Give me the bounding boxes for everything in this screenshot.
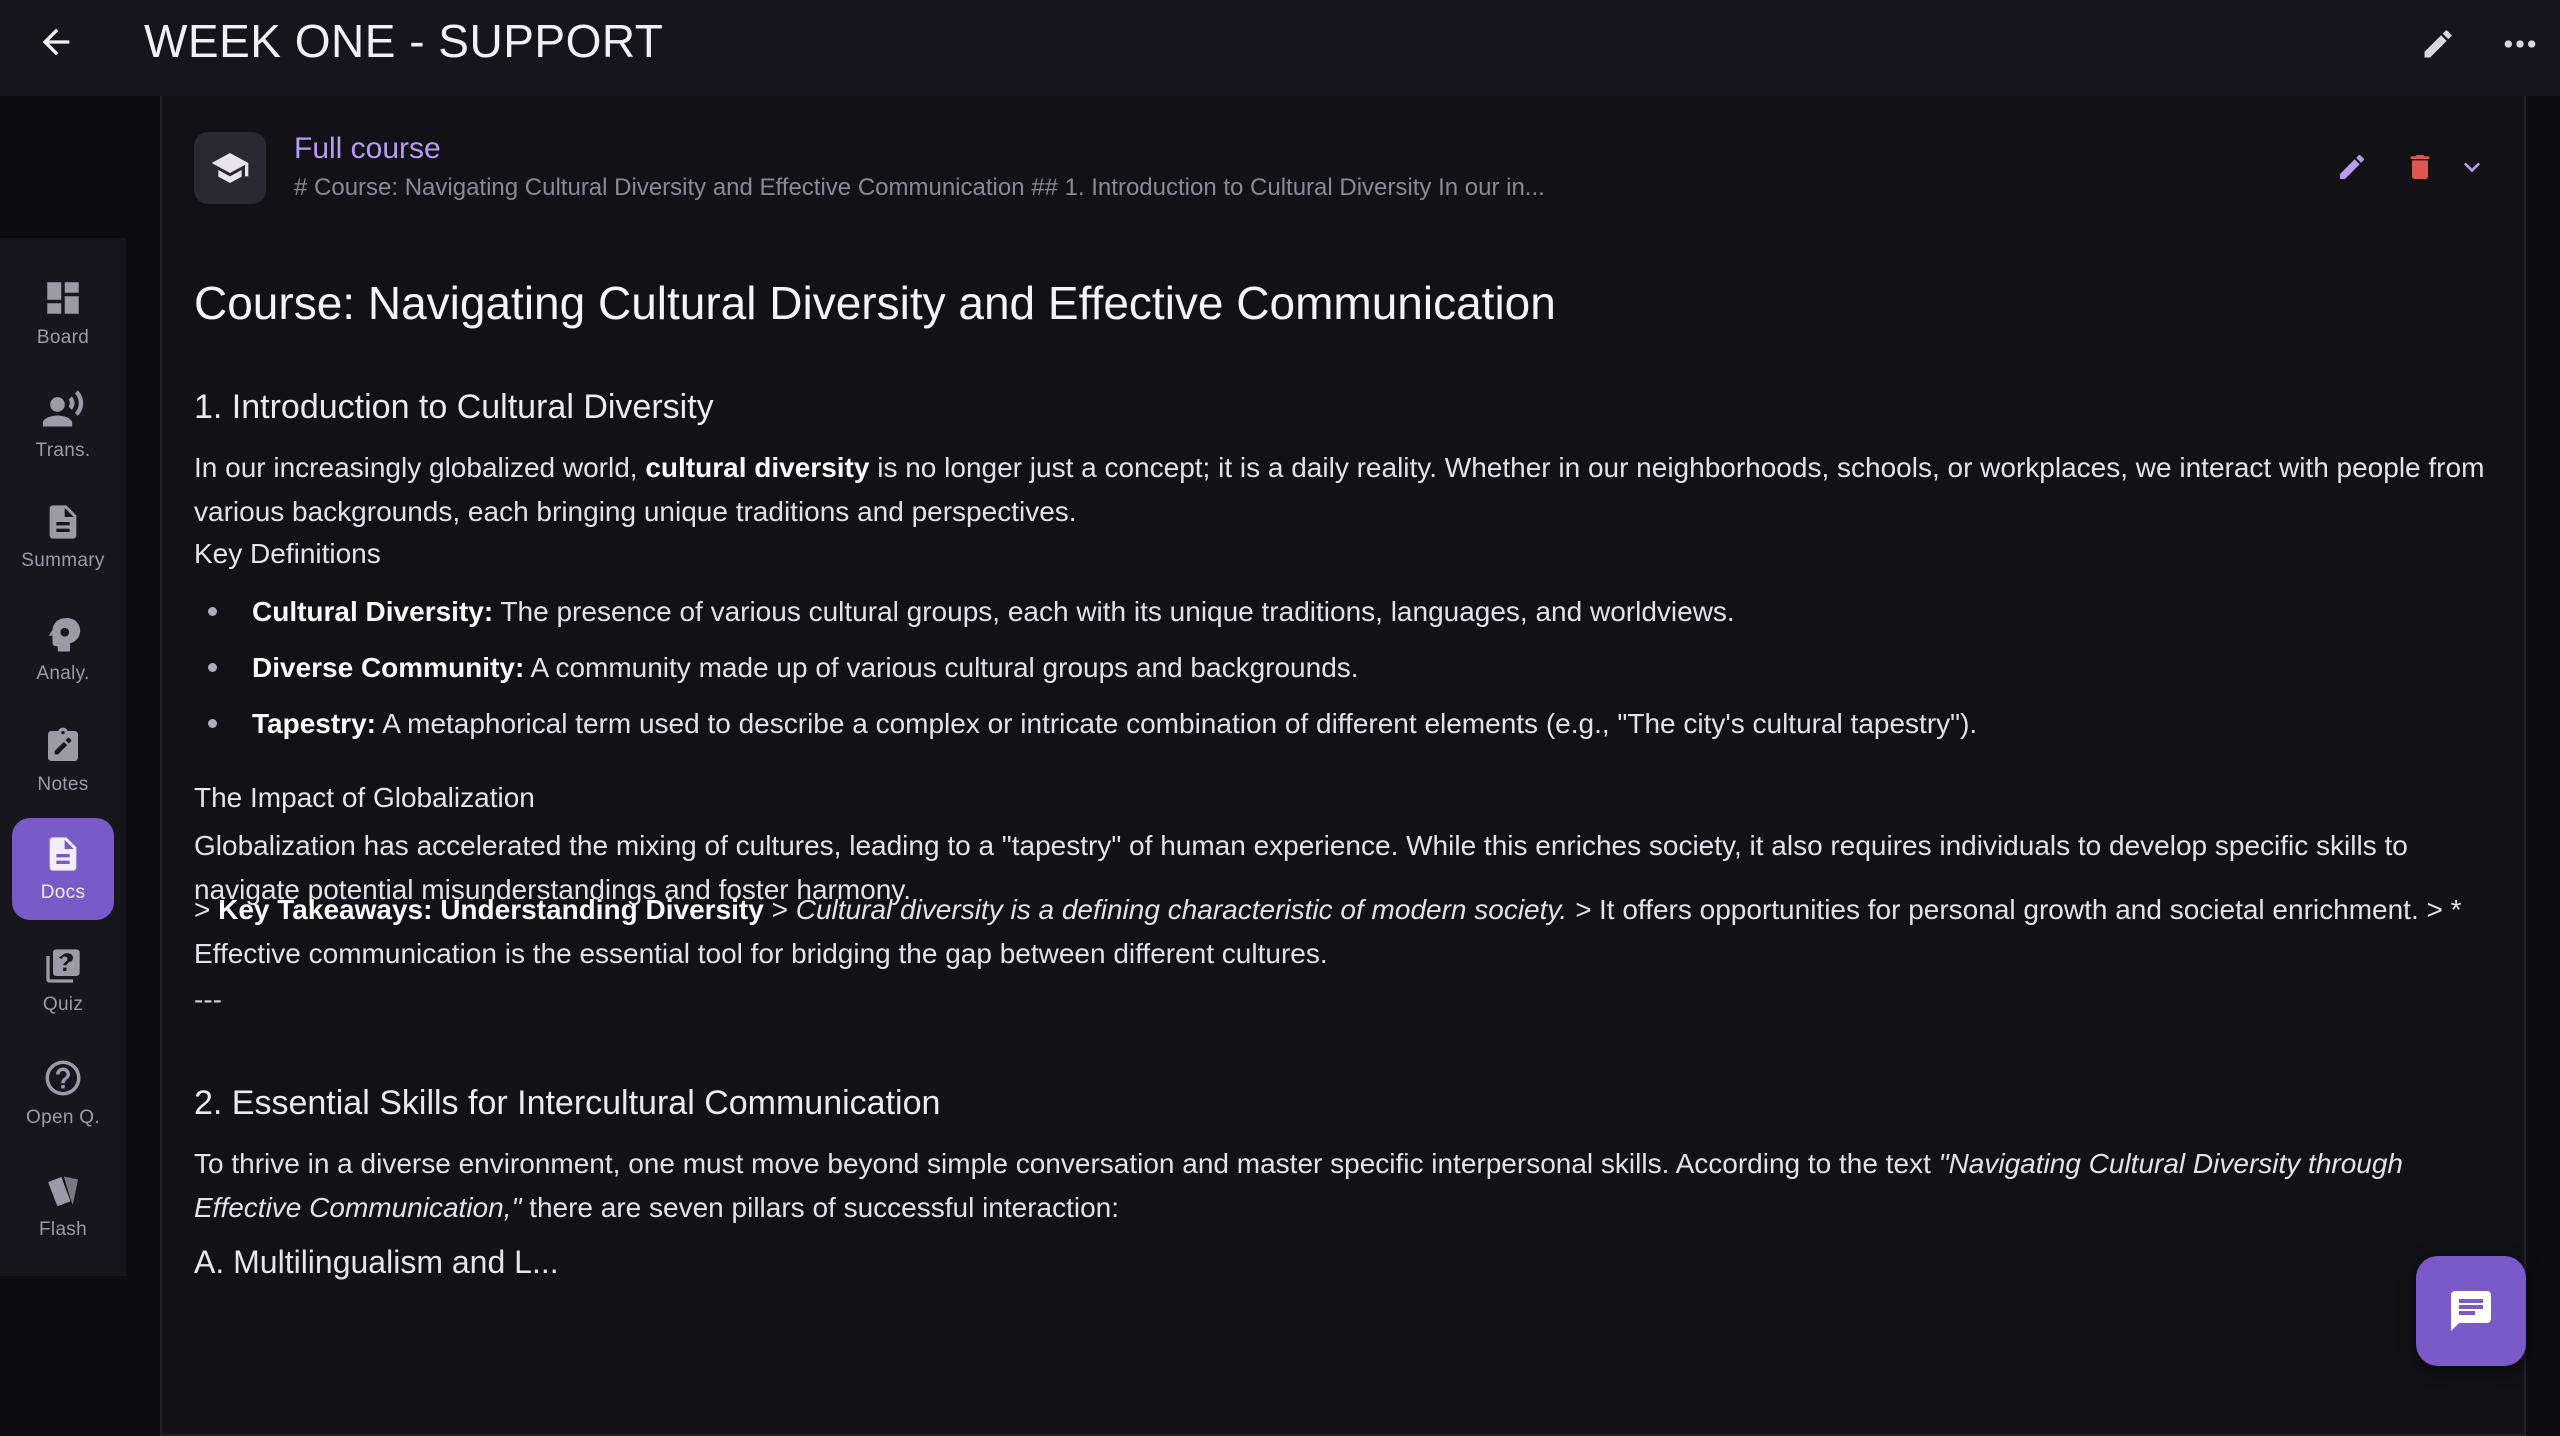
list-item: Cultural Diversity: The presence of vari… [208,590,1735,634]
italic-text: Cultural diversity is a defining charact… [795,894,1592,925]
flashcards-icon [48,1176,79,1207]
quiz-icon [46,949,80,983]
sidebar-item-label: Analy. [36,663,90,684]
bullet-term: Cultural Diversity: [252,596,494,627]
sidebar-item-label: Trans. [35,440,91,461]
bullet-text: The presence of various cultural groups,… [493,596,1735,627]
sidebar-item-label: Quiz [42,994,84,1015]
sidebar-item-label: Open Q. [26,1107,100,1128]
arrow-left-icon [42,28,70,56]
bold-text: Key Takeaways: Understanding Diversity [218,894,764,925]
section-2-paragraph: To thrive in a diverse environment, one … [194,1142,2424,1230]
sidebar-item-label: Board [36,327,90,348]
docs-icon [49,837,77,871]
sidebar-item-label: Notes [37,774,89,795]
brain-icon [49,617,81,652]
key-takeaways: > Key Takeaways: Understanding Diversity… [194,888,2494,976]
document-snippet: # Course: Navigating Cultural Diversity … [294,174,1545,201]
text-run: there are seven pillars of successful in… [521,1192,1120,1223]
sidebar-item-summary[interactable]: Summary [12,486,114,588]
bullet-text: A metaphorical term used to describe a c… [375,708,1978,739]
section-2-heading: 2. Essential Skills for Intercultural Co… [194,1084,941,1122]
pencil-icon [2424,30,2452,58]
pencil-icon [2340,154,2364,179]
sidebar-item-label: Summary [21,550,105,571]
globalization-heading: The Impact of Globalization [194,782,535,813]
course-heading: Course: Navigating Cultural Diversity an… [194,277,1556,329]
chevron-down-icon [2464,162,2480,173]
top-bar: WEEK ONE - SUPPORT [0,0,2560,96]
sidebar-item-label: Docs [40,882,86,903]
subsection-a-heading: A. Multilingualism and L... [194,1244,559,1280]
voice-icon [42,390,84,427]
summary-doc-icon [49,505,77,539]
text-run: In our increasingly globalized world, [194,452,646,483]
chat-icon [2451,1291,2491,1331]
list-item: Tapestry: A metaphorical term used to de… [207,702,1978,746]
sidebar: Board Trans. Summary Analy. Notes Docs Q… [0,238,126,1276]
text-run: > [763,894,796,925]
section-1-heading: 1. Introduction to Cultural Diversity [194,388,714,426]
edit-document-button[interactable] [2329,144,2375,190]
back-button[interactable] [30,16,82,68]
key-definitions-heading: Key Definitions [194,538,381,569]
question-icon [45,1060,81,1096]
section-1-paragraph: In our increasingly globalized world, cu… [194,446,2494,534]
list-item: Diverse Community: A community made up o… [208,646,1359,690]
more-options-button[interactable] [2494,18,2546,70]
collapse-document-button[interactable] [2449,144,2495,190]
edit-button[interactable] [2412,18,2464,70]
sidebar-item-label: Flash [39,1219,87,1240]
document-title: Full course [294,132,441,165]
notes-icon [48,727,78,761]
dashboard-icon [47,282,79,314]
sidebar-item-docs[interactable]: Docs [12,818,114,920]
sidebar-item-analy[interactable]: Analy. [12,598,114,700]
bullet-term: Diverse Community: [252,652,525,683]
more-horizontal-icon [2504,40,2536,48]
bullet-text: A community made up of various cultural … [524,652,1359,683]
bullet-term: Tapestry: [252,708,376,739]
document-header[interactable]: Full course # Course: Navigating Cultura… [194,132,2494,212]
chat-button[interactable] [2416,1256,2526,1366]
text-run: To thrive in a diverse environment, one … [194,1148,1939,1179]
document-panel: Full course # Course: Navigating Cultura… [160,96,2526,1436]
sidebar-item-trans[interactable]: Trans. [12,374,114,476]
sidebar-item-open-q[interactable]: Open Q. [12,1042,114,1144]
delete-document-button[interactable] [2397,144,2443,190]
sidebar-item-flash[interactable]: Flash [12,1154,114,1256]
text-run: > [194,894,219,925]
graduation-cap-icon [194,132,266,204]
trash-icon [2410,155,2430,179]
sidebar-item-notes[interactable]: Notes [12,710,114,812]
sidebar-item-board[interactable]: Board [12,262,114,364]
bold-text: cultural diversity [645,452,870,483]
page-title: WEEK ONE - SUPPORT [144,15,664,67]
sidebar-item-quiz[interactable]: Quiz [12,930,114,1032]
horizontal-rule: --- [194,984,222,1015]
